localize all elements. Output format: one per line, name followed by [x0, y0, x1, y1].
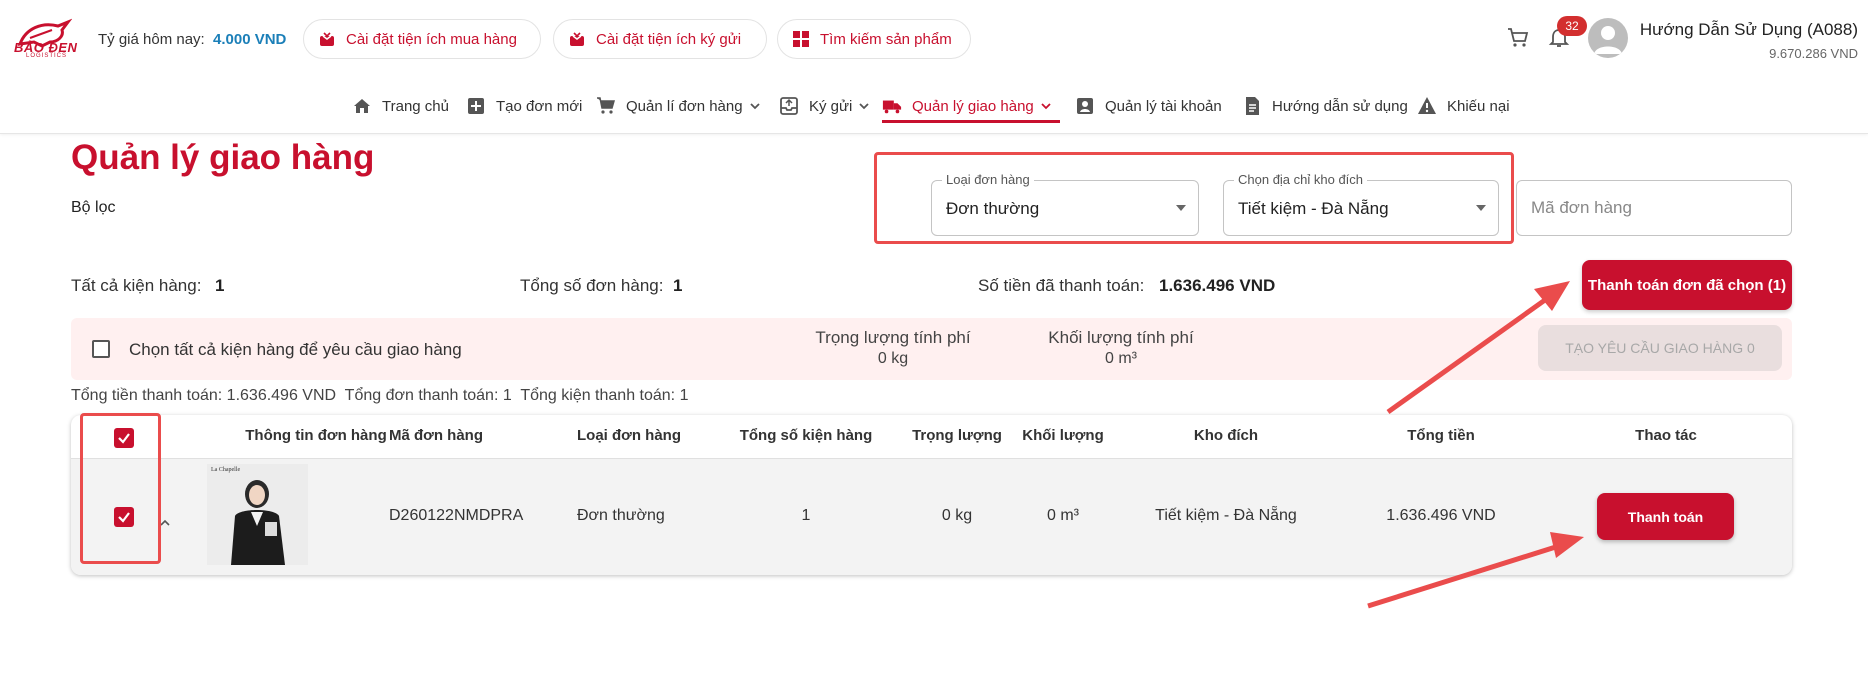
nav-complaints[interactable]: Khiếu nại — [1417, 94, 1510, 118]
search-products-label: Tìm kiếm sản phẩm — [820, 30, 952, 48]
nav-delivery-management-label: Quản lý giao hàng — [912, 97, 1034, 115]
charged-volume-label: Khối lượng tính phí — [1048, 328, 1194, 347]
total-orders-label: Tổng số đơn hàng: — [520, 276, 664, 295]
product-thumbnail[interactable]: La Chapelle — [207, 464, 308, 565]
account-box-icon — [1075, 96, 1095, 116]
charged-weight-value: 0 kg — [877, 350, 909, 367]
col-package-count: Tổng số kiện hàng — [739, 427, 873, 444]
header: BẢO ĐEN LOGISTICS Tỷ giá hôm nay: 4.000 … — [0, 0, 1868, 134]
paid-amount-label: Số tiền đã thanh toán: — [978, 276, 1145, 295]
col-total: Tổng tiền — [1407, 427, 1475, 444]
notification-badge: 32 — [1557, 16, 1587, 36]
nav-account-management[interactable]: Quản lý tài khoản — [1075, 94, 1222, 118]
cell-warehouse: Tiết kiệm - Đà Nẵng — [1155, 507, 1297, 524]
orders-table: Thông tin đơn hàng Mã đơn hàng Loại đơn … — [71, 413, 1792, 575]
inbox-icon — [779, 96, 799, 116]
col-order-info: Thông tin đơn hàng — [245, 427, 387, 444]
cell-weight: 0 kg — [941, 507, 973, 524]
select-all-bar: Chọn tất cả kiện hàng để yêu cầu giao hà… — [71, 318, 1792, 380]
col-warehouse: Kho đích — [1193, 427, 1259, 444]
gift-icon — [318, 30, 336, 48]
buy-extension-label: Cài đặt tiện ích mua hàng — [346, 30, 517, 48]
select-all-label: Chọn tất cả kiện hàng để yêu cầu giao hà… — [129, 340, 462, 359]
chevron-down-icon — [858, 100, 870, 112]
user-name[interactable]: Hướng Dẫn Sử Dụng (A088) — [1640, 20, 1858, 40]
product-photo — [207, 464, 308, 565]
order-code-input[interactable] — [1516, 180, 1792, 236]
consign-extension-label: Cài đặt tiện ích ký gửi — [596, 30, 742, 48]
consign-extension-button[interactable]: Cài đặt tiện ích ký gửi — [553, 19, 767, 59]
nav-account-management-label: Quản lý tài khoản — [1105, 97, 1222, 115]
warning-icon — [1417, 96, 1437, 116]
cell-order-code: D260122NMDPRA — [389, 507, 524, 524]
exchange-rate-value: 4.000 VND — [213, 31, 287, 48]
buy-extension-button[interactable]: Cài đặt tiện ích mua hàng — [303, 19, 541, 59]
search-products-button[interactable]: Tìm kiếm sản phẩm — [777, 19, 971, 59]
create-delivery-request-button[interactable]: TẠO YÊU CẦU GIAO HÀNG 0 — [1538, 325, 1782, 371]
chevron-down-icon — [1040, 100, 1052, 112]
nav-order-management[interactable]: Quản lí đơn hàng — [596, 94, 761, 118]
chevron-down-icon — [749, 100, 761, 112]
main-nav: Trang chủ Tạo đơn mới Quản lí đơn hàng K… — [0, 88, 1868, 124]
filter-annotation-box — [874, 152, 1514, 244]
col-actions: Thao tác — [1635, 427, 1697, 444]
nav-home-label: Trang chủ — [382, 97, 449, 115]
col-volume: Khối lượng — [1022, 427, 1104, 444]
col-weight: Trọng lượng — [912, 427, 1002, 444]
nav-user-guide[interactable]: Hướng dẫn sử dụng — [1242, 94, 1408, 118]
cell-volume: 0 m³ — [1047, 507, 1079, 524]
filter-label: Bộ lọc — [71, 199, 116, 216]
truck-icon — [882, 96, 902, 116]
paid-amount-value: 1.636.496 VND — [1159, 276, 1276, 295]
total-orders-value: 1 — [673, 276, 683, 295]
charged-volume-value: 0 m³ — [1105, 350, 1137, 367]
col-order-type: Loại đơn hàng — [577, 427, 681, 444]
charged-volume: Khối lượng tính phí 0 m³ — [1021, 328, 1221, 368]
gift-icon — [568, 30, 586, 48]
cell-order-type: Đơn thường — [577, 507, 665, 524]
cart-icon — [596, 96, 616, 116]
nav-home[interactable]: Trang chủ — [352, 94, 449, 118]
select-all-checkbox[interactable] — [92, 340, 110, 358]
charged-weight: Trọng lượng tính phí 0 kg — [793, 328, 993, 368]
grid-icon — [792, 30, 810, 48]
active-nav-underline — [882, 120, 1060, 123]
payment-summary: Tổng tiền thanh toán: 1.636.496 VND Tổng… — [71, 387, 689, 404]
page-title: Quản lý giao hàng — [71, 138, 375, 177]
nav-create-order-label: Tạo đơn mới — [496, 97, 583, 115]
nav-create-order[interactable]: Tạo đơn mới — [466, 94, 582, 118]
all-packages-value: 1 — [215, 276, 225, 295]
avatar[interactable] — [1588, 18, 1628, 58]
home-icon — [352, 96, 372, 116]
nav-consignment[interactable]: Ký gửi — [779, 94, 870, 118]
exchange-rate-label: Tỷ giá hôm nay: — [98, 31, 205, 48]
nav-delivery-management[interactable]: Quản lý giao hàng — [882, 94, 1052, 118]
cell-package-count: 1 — [801, 507, 811, 524]
cell-total: 1.636.496 VND — [1386, 507, 1496, 524]
logo-subtitle: LOGISTICS — [26, 53, 68, 59]
user-icon — [1594, 26, 1622, 54]
checkbox-annotation-box — [80, 413, 161, 564]
pay-order-button[interactable]: Thanh toán — [1597, 493, 1734, 540]
product-brand: La Chapelle — [211, 467, 241, 473]
charged-weight-label: Trọng lượng tính phí — [815, 328, 971, 347]
pay-selected-button[interactable]: Thanh toán đơn đã chọn (1) — [1582, 260, 1792, 310]
nav-order-management-label: Quản lí đơn hàng — [626, 97, 743, 115]
cart-icon[interactable] — [1506, 26, 1530, 50]
user-balance: 9.670.286 VND — [1769, 46, 1858, 61]
nav-consignment-label: Ký gửi — [809, 97, 853, 115]
nav-complaints-label: Khiếu nại — [1447, 97, 1510, 115]
col-order-code: Mã đơn hàng — [389, 427, 483, 444]
document-icon — [1242, 96, 1262, 116]
nav-user-guide-label: Hướng dẫn sử dụng — [1272, 97, 1408, 115]
plus-square-icon — [466, 96, 486, 116]
all-packages-label: Tất cả kiện hàng: — [71, 276, 202, 295]
